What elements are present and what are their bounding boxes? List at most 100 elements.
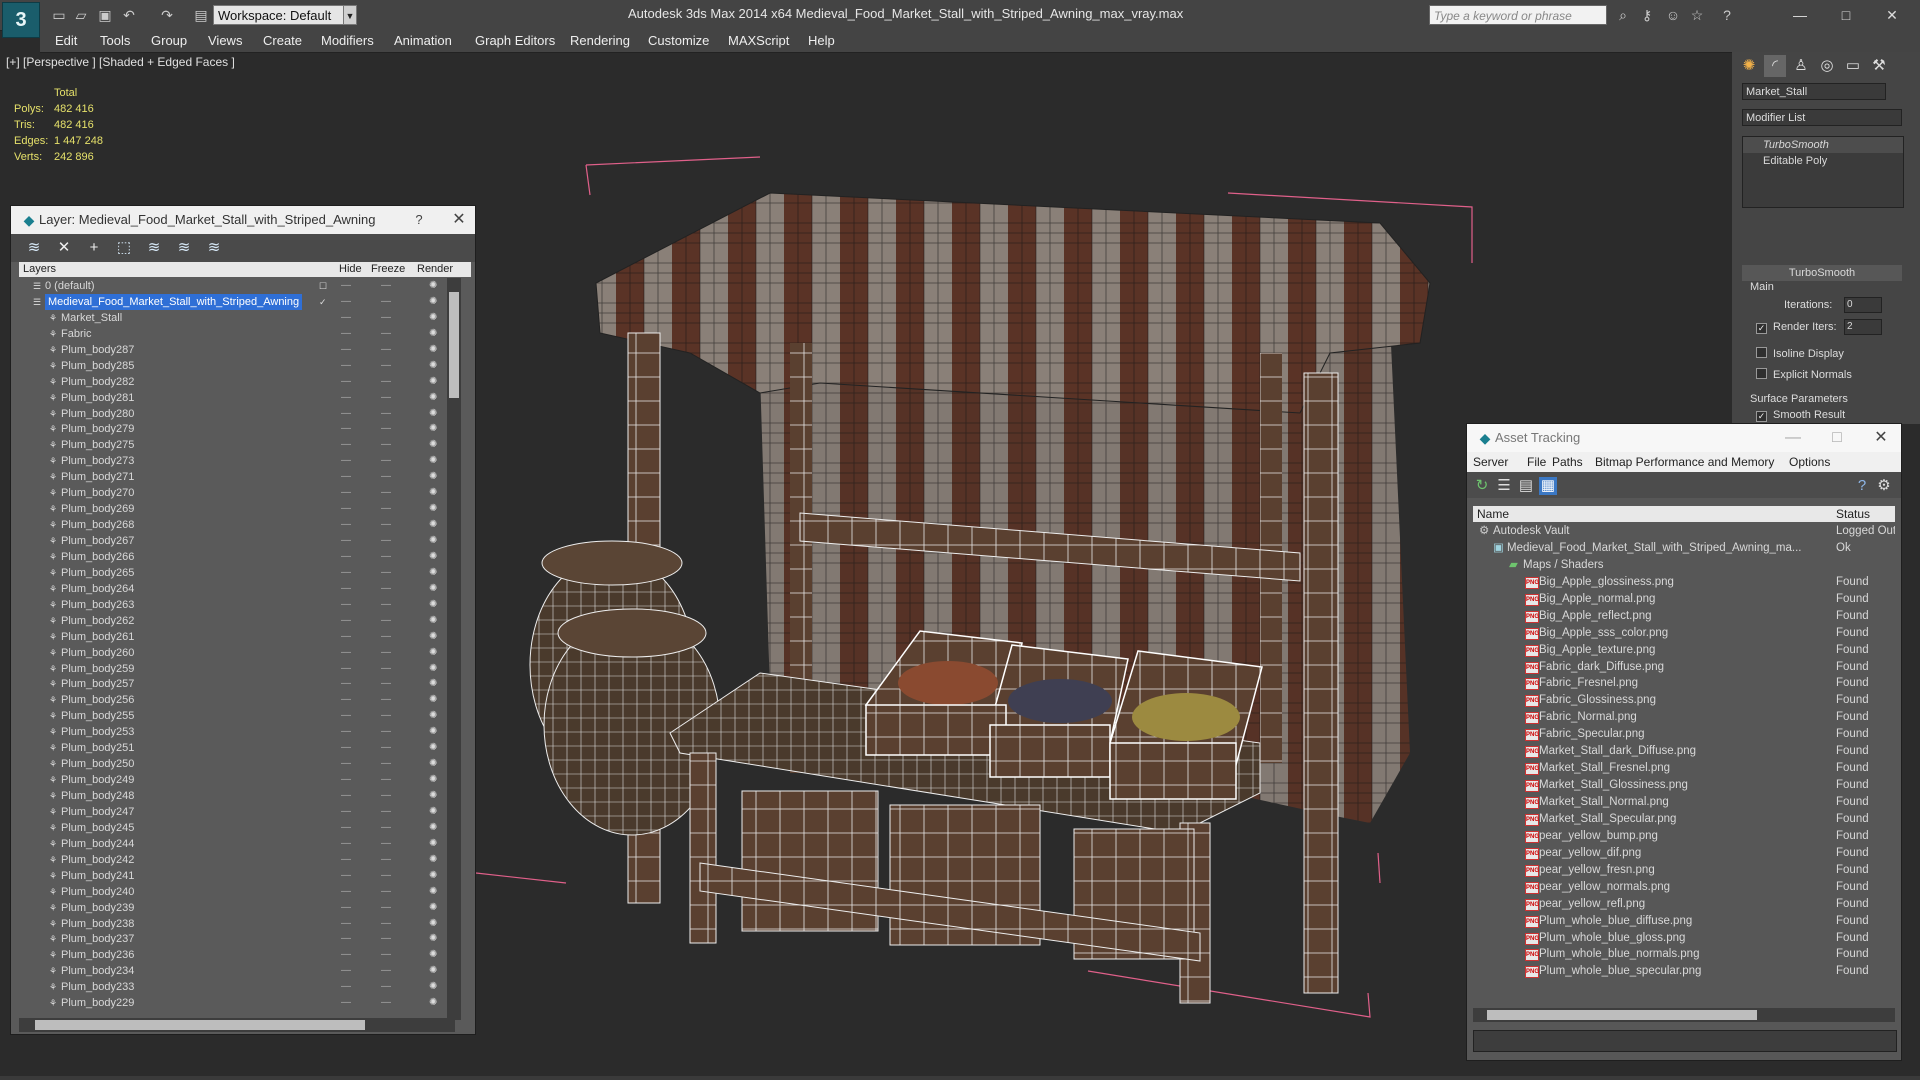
asset-row[interactable]: PNG Market_Stall_Specular.png Found — [1473, 811, 1895, 828]
freeze-toggle-icon[interactable]: — — [381, 995, 391, 1011]
hide-toggle-icon[interactable]: — — [341, 406, 351, 422]
menu-views[interactable]: Views — [208, 33, 242, 48]
delete-layer-icon[interactable]: ✕ — [55, 239, 73, 257]
render-toggle-icon[interactable]: ✺ — [429, 916, 437, 932]
col-status[interactable]: Status — [1836, 507, 1870, 521]
search-input[interactable]: Type a keyword or phrase — [1429, 5, 1607, 25]
layer-row[interactable]: ⚘ Plum_body257 — — ✺ — [19, 676, 455, 692]
layer-row[interactable]: ⚘ Plum_body242 — — ✺ — [19, 852, 455, 868]
render-iters-option[interactable]: ✓ Render Iters: — [1756, 321, 1837, 334]
close-icon[interactable]: ✕ — [1872, 4, 1912, 26]
asset-row[interactable]: ▰ Maps / Shaders — [1473, 557, 1895, 574]
modify-tab-icon[interactable]: ◜ — [1764, 55, 1786, 77]
hide-toggle-icon[interactable]: — — [341, 549, 351, 565]
layer-row[interactable]: ⚘ Plum_body287 — — ✺ — [19, 342, 455, 358]
render-toggle-icon[interactable]: ✺ — [429, 852, 437, 868]
freeze-toggle-icon[interactable]: — — [381, 772, 391, 788]
explicit-normals-option[interactable]: Explicit Normals — [1756, 368, 1852, 381]
layer-row[interactable]: ⚘ Plum_body234 — — ✺ — [19, 963, 455, 979]
freeze-toggle-icon[interactable]: — — [381, 342, 391, 358]
render-toggle-icon[interactable]: ✺ — [429, 900, 437, 916]
freeze-toggle-icon[interactable]: — — [381, 963, 391, 979]
render-toggle-icon[interactable]: ✺ — [429, 565, 437, 581]
detail-view-icon[interactable]: ▤ — [1517, 477, 1535, 495]
layer-row[interactable]: ⚘ Plum_body229 — — ✺ — [19, 995, 455, 1011]
layer-vertical-scrollbar[interactable] — [447, 278, 461, 1020]
hierarchy-tab-icon[interactable]: ♙ — [1790, 55, 1812, 77]
asset-row[interactable]: PNG Fabric_Normal.png Found — [1473, 709, 1895, 726]
layer-create-icon[interactable]: ≋ — [25, 239, 43, 257]
asset-path-field[interactable] — [1473, 1030, 1897, 1052]
layer-row[interactable]: ⚘ Plum_body273 — — ✺ — [19, 453, 455, 469]
render-toggle-icon[interactable]: ✺ — [429, 581, 437, 597]
asset-row[interactable]: PNG Plum_whole_blue_normals.png Found — [1473, 946, 1895, 963]
freeze-all-icon[interactable]: ≋ — [205, 239, 223, 257]
asset-menu-file[interactable]: File — [1527, 455, 1546, 469]
freeze-toggle-icon[interactable]: — — [381, 708, 391, 724]
hide-toggle-icon[interactable]: — — [341, 501, 351, 517]
hide-toggle-icon[interactable]: — — [341, 326, 351, 342]
layer-row[interactable]: ⚘ Plum_body237 — — ✺ — [19, 931, 455, 947]
scroll-thumb[interactable] — [449, 292, 459, 398]
col-name[interactable]: Name — [1477, 507, 1509, 521]
hide-toggle-icon[interactable]: — — [341, 294, 351, 310]
user-icon[interactable]: ☺ — [1664, 6, 1682, 24]
layer-row[interactable]: ⚘ Plum_body248 — — ✺ — [19, 788, 455, 804]
freeze-toggle-icon[interactable]: — — [381, 310, 391, 326]
layer-row[interactable]: ⚘ Plum_body266 — — ✺ — [19, 549, 455, 565]
turbosmooth-rollout-header[interactable]: TurboSmooth — [1742, 265, 1902, 281]
hide-toggle-icon[interactable]: — — [341, 947, 351, 963]
menu-maxscript[interactable]: MAXScript — [728, 33, 789, 48]
freeze-toggle-icon[interactable]: — — [381, 390, 391, 406]
table-view-icon[interactable]: ▦ — [1539, 477, 1557, 495]
freeze-toggle-icon[interactable]: — — [381, 676, 391, 692]
hide-toggle-icon[interactable]: — — [341, 581, 351, 597]
hide-toggle-icon[interactable]: — — [341, 724, 351, 740]
hide-toggle-icon[interactable]: — — [341, 661, 351, 677]
freeze-toggle-icon[interactable]: — — [381, 469, 391, 485]
asset-row[interactable]: PNG Plum_whole_blue_diffuse.png Found — [1473, 913, 1895, 930]
render-toggle-icon[interactable]: ✺ — [429, 374, 437, 390]
layer-row[interactable]: ⚘ Plum_body267 — — ✺ — [19, 533, 455, 549]
freeze-toggle-icon[interactable]: — — [381, 740, 391, 756]
hide-toggle-icon[interactable]: — — [341, 916, 351, 932]
create-tab-icon[interactable]: ✺ — [1738, 55, 1760, 77]
active-layer-check-icon[interactable]: ✓ — [319, 294, 327, 310]
col-freeze[interactable]: Freeze — [371, 263, 405, 275]
freeze-toggle-icon[interactable]: — — [381, 884, 391, 900]
layer-row[interactable]: ⚘ Plum_body275 — — ✺ — [19, 437, 455, 453]
freeze-toggle-icon[interactable]: — — [381, 278, 391, 294]
asset-row[interactable]: PNG Fabric_Fresnel.png Found — [1473, 675, 1895, 692]
render-toggle-icon[interactable]: ✺ — [429, 597, 437, 613]
layer-row[interactable]: ⚘ Fabric — — ✺ — [19, 326, 455, 342]
layer-row[interactable]: ⚘ Plum_body240 — — ✺ — [19, 884, 455, 900]
key-icon[interactable]: ⚷ — [1638, 6, 1656, 24]
render-toggle-icon[interactable]: ✺ — [429, 772, 437, 788]
hide-toggle-icon[interactable]: — — [341, 868, 351, 884]
render-toggle-icon[interactable]: ✺ — [429, 868, 437, 884]
menu-edit[interactable]: Edit — [55, 33, 77, 48]
col-hide[interactable]: Hide — [339, 263, 362, 275]
freeze-toggle-icon[interactable]: — — [381, 804, 391, 820]
layer-row[interactable]: ⚘ Plum_body245 — — ✺ — [19, 820, 455, 836]
render-toggle-icon[interactable]: ✺ — [429, 788, 437, 804]
freeze-toggle-icon[interactable]: — — [381, 374, 391, 390]
asset-row[interactable]: PNG pear_yellow_normals.png Found — [1473, 879, 1895, 896]
hide-toggle-icon[interactable]: — — [341, 278, 351, 294]
motion-tab-icon[interactable]: ◎ — [1816, 55, 1838, 77]
hide-toggle-icon[interactable]: — — [341, 565, 351, 581]
scroll-thumb[interactable] — [1487, 1010, 1757, 1020]
layer-row[interactable]: ⚘ Plum_body250 — — ✺ — [19, 756, 455, 772]
hide-toggle-icon[interactable]: — — [341, 979, 351, 995]
isoline-display-option[interactable]: Isoline Display — [1756, 347, 1844, 360]
save-icon[interactable]: ▣ — [96, 6, 114, 24]
render-toggle-icon[interactable]: ✺ — [429, 390, 437, 406]
hide-toggle-icon[interactable]: — — [341, 645, 351, 661]
render-toggle-icon[interactable]: ✺ — [429, 756, 437, 772]
freeze-toggle-icon[interactable]: — — [381, 947, 391, 963]
freeze-toggle-icon[interactable]: — — [381, 852, 391, 868]
freeze-toggle-icon[interactable]: — — [381, 629, 391, 645]
render-toggle-icon[interactable]: ✺ — [429, 469, 437, 485]
render-toggle-icon[interactable]: ✺ — [429, 485, 437, 501]
layer-row[interactable]: ⚘ Plum_body253 — — ✺ — [19, 724, 455, 740]
